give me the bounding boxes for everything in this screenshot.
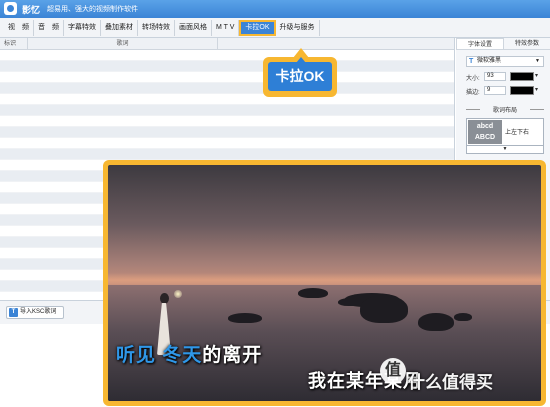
column-header-lyric[interactable]: 歌词 (28, 38, 218, 49)
chevron-down-icon: ▼ (535, 58, 540, 64)
import-ksc-label: 导入KSC歌词 (20, 309, 57, 315)
tab-effect-params[interactable]: 特效参数 (504, 38, 550, 49)
layout-value: 上左下右 (505, 130, 530, 136)
watermark-logo-icon: 值 (380, 358, 406, 384)
menu-item-subtitle[interactable]: 字幕特效 (64, 19, 101, 36)
import-ksc-button[interactable]: T 导入KSC歌词 (6, 306, 64, 319)
font-family-select[interactable]: T 微软雅黑 ▼ (466, 56, 544, 67)
rock (228, 313, 262, 323)
video-preview-frame: 听见 冬天的离开 我在某年某月 值 什么值得买 (103, 160, 546, 406)
stroke-width-input[interactable]: 9 (484, 86, 506, 95)
video-preview: 听见 冬天的离开 我在某年某月 值 什么值得买 (108, 165, 541, 401)
lyric-layout-title: 歌词布局 (466, 105, 544, 114)
karaoke-lyric-line-1: 听见 冬天的离开 (116, 340, 262, 367)
watermark-text: 什么值得买 (408, 373, 493, 392)
table-row[interactable] (0, 116, 454, 127)
grid-header: 标识 歌词 (0, 38, 454, 50)
font-family-value: 微软雅黑 (477, 58, 502, 64)
layout-expand-button[interactable]: ▼ (466, 146, 544, 154)
tab-font-settings[interactable]: 字体设置 (456, 38, 504, 49)
panel-tabs: 字体设置 特效参数 (456, 38, 550, 50)
layout-preview-line2: ABCD (474, 134, 496, 141)
menu-item-style[interactable]: 画面风格 (175, 19, 212, 36)
table-row[interactable] (0, 72, 454, 83)
menu-item-video[interactable]: 视 频 (4, 19, 34, 36)
menu-item-audio[interactable]: 音 频 (34, 19, 64, 36)
sparkler (174, 290, 182, 298)
chevron-down-icon[interactable]: ▾ (535, 86, 538, 93)
app-logo-icon (4, 2, 17, 15)
menu-item-upgrade[interactable]: 升级与服务 (276, 19, 320, 36)
lyric-sung-part: 听见 冬天 (116, 345, 203, 366)
font-color-swatch[interactable] (510, 72, 534, 81)
app-name: 影忆 (22, 5, 41, 15)
karaoke-callout: 卡拉OK (263, 48, 337, 97)
table-row[interactable] (0, 127, 454, 138)
layout-preview-line1: abcd (476, 123, 494, 130)
stroke-color-swatch[interactable] (510, 86, 534, 95)
font-size-input[interactable]: 93 (484, 72, 506, 81)
rock (360, 295, 408, 323)
lyric-layout-selector[interactable]: abcd ABCD 上左下右 (466, 118, 544, 146)
size-label: 大小: (466, 76, 480, 82)
rock (298, 288, 328, 298)
table-row[interactable] (0, 149, 454, 160)
column-header-mark[interactable]: 标识 (0, 38, 28, 49)
rock (418, 313, 454, 331)
table-row[interactable] (0, 50, 454, 61)
font-icon: T (469, 58, 474, 65)
menu-item-transition[interactable]: 转场特效 (138, 19, 175, 36)
menu-item-karaoke[interactable]: 卡拉OK (239, 19, 276, 36)
menu-item-mtv[interactable]: M T V (212, 19, 240, 36)
table-row[interactable] (0, 138, 454, 149)
table-row[interactable] (0, 94, 454, 105)
table-row[interactable] (0, 105, 454, 116)
table-row[interactable] (0, 61, 454, 72)
table-row[interactable] (0, 83, 454, 94)
ksc-file-icon: T (9, 308, 18, 317)
menu-bar: 视 频 音 频 字幕特效 叠加素材 转场特效 画面风格 M T V 卡拉OK 升… (0, 18, 550, 38)
layout-preview: abcd ABCD (468, 120, 502, 144)
app-slogan: 超易用、强大的视频制作软件 (47, 6, 138, 13)
lyric-unsung-part: 的离开 (202, 345, 263, 366)
menu-item-overlay[interactable]: 叠加素材 (101, 19, 138, 36)
watermark-glyph: 值 (384, 362, 401, 379)
callout-label: 卡拉OK (268, 62, 332, 91)
rock (454, 313, 472, 321)
title-bar: 影忆 超易用、强大的视频制作软件 (0, 0, 550, 18)
woman-figure-head (160, 293, 169, 304)
chevron-down-icon[interactable]: ▾ (535, 72, 538, 79)
stroke-label: 描边: (466, 90, 480, 96)
